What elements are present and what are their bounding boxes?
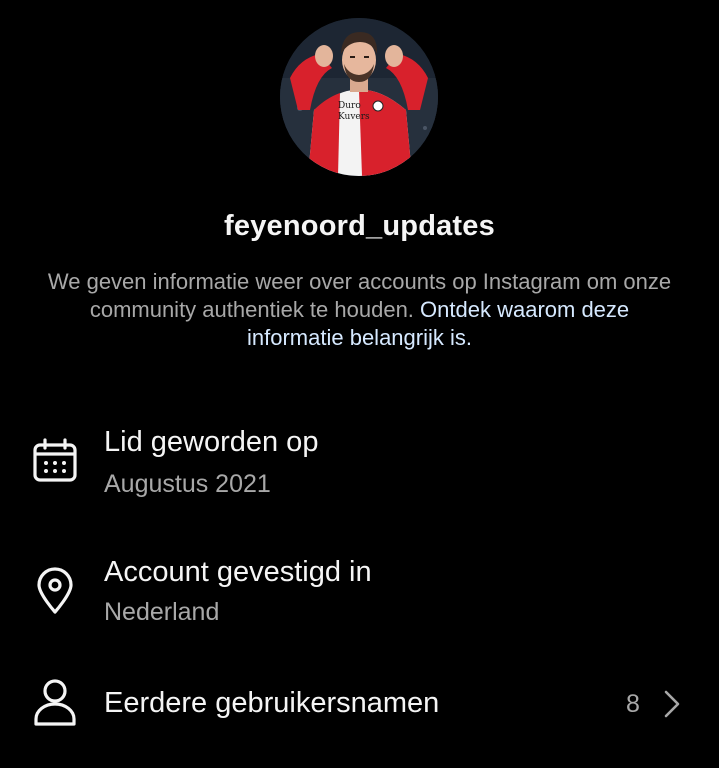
account-location-label: Account gevestigd in xyxy=(104,556,372,588)
account-location-row: Account gevestigd in Nederland xyxy=(0,550,719,640)
avatar-image: Duro Kuvers xyxy=(280,18,438,176)
profile-avatar[interactable]: Duro Kuvers xyxy=(280,18,438,176)
profile-username: feyenoord_updates xyxy=(224,210,495,242)
location-pin-icon xyxy=(37,567,73,614)
svg-text:Kuvers: Kuvers xyxy=(338,112,370,122)
former-usernames-label: Eerdere gebruikersnamen xyxy=(104,687,440,719)
jersey-sponsor-text: Duro xyxy=(338,101,361,111)
person-icon xyxy=(34,679,76,726)
former-usernames-count: 8 xyxy=(626,690,640,718)
account-location-value: Nederland xyxy=(104,598,220,626)
about-account-description: We geven informatie weer over accounts o… xyxy=(40,268,679,352)
former-usernames-row[interactable]: Eerdere gebruikersnamen 8 xyxy=(0,675,719,735)
date-joined-row: Lid geworden op Augustus 2021 xyxy=(0,420,719,510)
date-joined-value: Augustus 2021 xyxy=(104,470,271,498)
chevron-right-icon xyxy=(664,690,680,718)
date-joined-label: Lid geworden op xyxy=(104,426,319,458)
calendar-icon xyxy=(33,438,77,482)
